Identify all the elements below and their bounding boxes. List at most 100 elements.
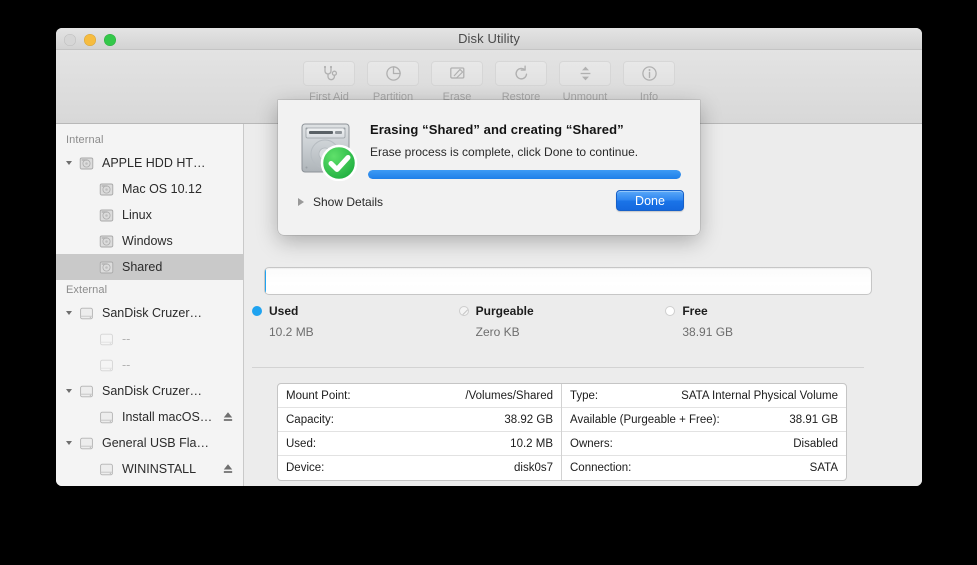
sidebar-item-install-macos[interactable]: Install macOS… [56, 404, 243, 430]
device-sidebar[interactable]: Internal APPLE HDD HT… Mac OS 10.12 Linux Wi… [56, 124, 244, 486]
legend-value: 38.91 GB [682, 325, 734, 339]
sidebar-item-windows[interactable]: Windows [56, 228, 243, 254]
legend-name: Used [269, 304, 299, 318]
info-value: disk0s7 [514, 462, 553, 474]
info-value: 38.92 GB [504, 413, 553, 426]
sidebar-item-sandisk-cruzer[interactable]: SanDisk Cruzer… [56, 300, 243, 326]
sidebar-item-label: General USB Fla… [102, 436, 209, 450]
volume-info-column-right: Type: SATA Internal Physical Volume Availa… [562, 384, 846, 480]
legend-item-purgeable: Purgeable Zero KB [458, 304, 666, 339]
legend-name: Free [682, 304, 708, 318]
sidebar-item-label: Windows [122, 234, 173, 248]
internal-drive-icon [96, 208, 116, 223]
sidebar-item-general-usb-fla[interactable]: General USB Fla… [56, 430, 243, 456]
legend-swatch-free [665, 306, 676, 316]
dialog-message: Erase process is complete, click Done to… [370, 145, 639, 159]
sidebar-item-apple-hdd-ht[interactable]: APPLE HDD HT… [56, 150, 243, 176]
sidebar-item-label: SanDisk Cruzer… [102, 306, 203, 320]
legend-item-used: Used 10.2 MB [252, 304, 459, 339]
info-key: Owners: [570, 437, 613, 450]
disclosure-triangle-open-icon[interactable] [62, 310, 76, 316]
legend-swatch-purge [458, 306, 469, 316]
sidebar-item-wininstall[interactable]: WININSTALL [56, 456, 243, 482]
info-row: Device: disk0s7 [278, 456, 561, 480]
info-value: SATA Internal Physical Volume [681, 389, 838, 402]
info-value: Disabled [793, 437, 838, 450]
sidebar-item-mac-os-10-12[interactable]: Mac OS 10.12 [56, 176, 243, 202]
storage-legend: Used 10.2 MB Purgeable Zero KB Free 38.91 GB [252, 304, 872, 339]
info-key: Capacity: [286, 413, 334, 426]
internal-drive-icon [76, 156, 96, 171]
external-drive-icon [96, 358, 116, 373]
info-value: 38.91 GB [789, 413, 838, 426]
toolbar-button-unmount: Unmount [554, 61, 616, 103]
section-divider [252, 367, 864, 368]
legend-value: Zero KB [475, 325, 520, 339]
toolbar-button-restore: Restore [490, 61, 552, 103]
info-row: Owners: Disabled [562, 432, 846, 456]
external-drive-icon [76, 384, 96, 399]
eject-icon[interactable] [223, 464, 233, 475]
sidebar-item-label: Mac OS 10.12 [122, 182, 202, 196]
internal-drive-icon [96, 182, 116, 197]
sidebar-item-label: Linux [122, 208, 152, 222]
erase-icon [431, 61, 483, 86]
info-key: Device: [286, 462, 325, 474]
sidebar-item-[interactable]: -- [56, 352, 243, 378]
info-key: Used: [286, 437, 317, 450]
toolbar-button-first-aid: First Aid [298, 61, 360, 103]
toolbar-button-group: First Aid Partition Erase Restore Unmount Inf… [298, 61, 680, 103]
show-details-toggle[interactable]: Show Details [298, 195, 383, 209]
sidebar-item-label: -- [122, 332, 131, 346]
disclosure-triangle-open-icon[interactable] [62, 388, 76, 394]
info-row: Type: SATA Internal Physical Volume [562, 384, 846, 408]
info-row: Capacity: 38.92 GB [278, 408, 561, 432]
info-value: /Volumes/Shared [465, 389, 553, 402]
hard-drive-success-icon [296, 117, 360, 182]
external-drive-icon [96, 462, 116, 477]
info-value: SATA [809, 462, 838, 474]
toolbar-button-erase: Erase [426, 61, 488, 103]
sidebar-section-header: Internal [66, 134, 104, 146]
sidebar-item-linux[interactable]: Linux [56, 202, 243, 228]
disk-utility-window: Disk Utility First Aid Partition Erase Rest… [56, 28, 922, 486]
eject-icon[interactable] [223, 412, 233, 423]
info-key: Available (Purgeable + Free): [570, 413, 720, 426]
sidebar-item-[interactable]: -- [56, 326, 243, 352]
show-details-label: Show Details [313, 195, 384, 209]
info-key: Connection: [570, 462, 632, 474]
unmount-icon [559, 61, 611, 86]
sidebar-item-shared[interactable]: Shared [56, 254, 243, 280]
sidebar-item-label: WININSTALL [122, 462, 197, 476]
info-circle-icon [623, 61, 675, 86]
sidebar-item-label: -- [122, 358, 131, 372]
sidebar-item-label: SanDisk Cruzer… [102, 384, 203, 398]
stethoscope-icon [303, 61, 355, 86]
info-key: Type: [570, 389, 599, 402]
legend-item-free: Free 38.91 GB [665, 304, 872, 339]
capacity-bar [264, 267, 872, 295]
done-button[interactable]: Done [616, 190, 684, 211]
info-value: 10.2 MB [510, 437, 553, 450]
pie-chart-icon [367, 61, 419, 86]
erase-progress-bar [368, 170, 681, 179]
volume-info-table: Mount Point: /Volumes/Shared Capacity: 38.9… [277, 383, 847, 481]
sidebar-section-header: External [66, 284, 108, 296]
sidebar-item-label: Install macOS… [122, 410, 213, 424]
info-row: Connection: SATA [562, 456, 846, 480]
external-drive-icon [76, 306, 96, 321]
toolbar-button-partition: Partition [362, 61, 424, 103]
toolbar-button-info: Info [618, 61, 680, 103]
dialog-title: Erasing “Shared” and creating “Shared” [370, 122, 624, 137]
window-title: Disk Utility [458, 31, 520, 46]
sidebar-item-label: Shared [122, 260, 163, 274]
external-drive-icon [96, 410, 116, 425]
info-row: Used: 10.2 MB [278, 432, 561, 456]
sidebar-item-sandisk-cruzer[interactable]: SanDisk Cruzer… [56, 378, 243, 404]
restore-arrow-icon [495, 61, 547, 86]
disclosure-triangle-open-icon[interactable] [62, 440, 76, 446]
disclosure-triangle-open-icon[interactable] [62, 160, 76, 166]
sidebar-item-label: APPLE HDD HT… [102, 156, 206, 170]
legend-value: 10.2 MB [269, 325, 314, 339]
info-row: Available (Purgeable + Free): 38.91 GB [562, 408, 846, 432]
